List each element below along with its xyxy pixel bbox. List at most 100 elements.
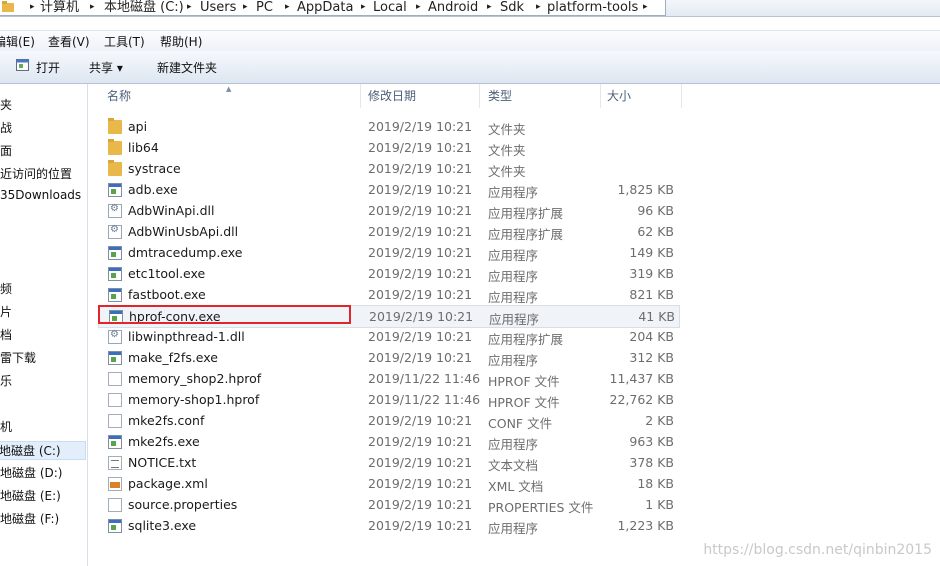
- nav-item[interactable]: 雷下载: [0, 349, 36, 366]
- file-row[interactable]: dmtracedump.exe 2019/2/19 10:21 应用程序 149 KB: [98, 242, 678, 263]
- breadcrumb-separator-icon[interactable]: ▸: [536, 0, 541, 15]
- breadcrumb-separator-icon[interactable]: ▸: [90, 0, 95, 15]
- breadcrumb-separator-icon[interactable]: ▸: [187, 0, 192, 15]
- nav-item[interactable]: 机: [0, 418, 12, 435]
- file-row[interactable]: AdbWinUsbApi.dll 2019/2/19 10:21 应用程序扩展 62 …: [98, 221, 678, 242]
- breadcrumb-separator-icon[interactable]: ▸: [243, 0, 248, 15]
- file-row[interactable]: package.xml 2019/2/19 10:21 XML 文档 18 KB: [98, 473, 678, 494]
- file-row[interactable]: memory-shop1.hprof 2019/11/22 11:46 HPROF …: [98, 389, 678, 410]
- nav-item[interactable]: 地磁盘 (C:): [0, 441, 86, 460]
- breadcrumb-item[interactable]: Sdk: [500, 0, 524, 15]
- breadcrumb-label: 计算机: [40, 0, 80, 15]
- file-row[interactable]: etc1tool.exe 2019/2/19 10:21 应用程序 319 KB: [98, 263, 678, 284]
- nav-item[interactable]: 35Downloads: [0, 188, 81, 202]
- file-size: 319 KB: [629, 266, 674, 281]
- address-bar[interactable]: 计算机 本地磁盘 (C:) Users PC AppData Local Android Sd…: [0, 0, 940, 17]
- breadcrumb-item[interactable]: Android: [428, 0, 478, 15]
- file-name: memory-shop1.hprof: [128, 392, 260, 407]
- file-size: 963 KB: [629, 434, 674, 449]
- file-type: 应用程序: [488, 290, 539, 305]
- file-row[interactable]: sqlite3.exe 2019/2/19 10:21 应用程序 1,223 KB: [98, 515, 678, 536]
- breadcrumb-separator-icon[interactable]: ▸: [285, 0, 290, 15]
- exe-icon: [108, 288, 122, 302]
- breadcrumb-item[interactable]: 计算机: [40, 0, 79, 15]
- column-header-size[interactable]: 大小: [601, 84, 682, 108]
- open-button[interactable]: 打开: [36, 59, 60, 76]
- breadcrumb-item[interactable]: AppData: [297, 0, 353, 15]
- menu-tools[interactable]: 工具(T): [104, 33, 145, 50]
- exe-icon: [108, 183, 122, 197]
- breadcrumb-item[interactable]: 本地磁盘 (C:): [104, 0, 184, 15]
- breadcrumb-separator-icon[interactable]: ▸: [416, 0, 421, 15]
- breadcrumb-separator-icon[interactable]: ▸: [361, 0, 366, 15]
- breadcrumb-separator-icon[interactable]: ▸: [643, 0, 648, 15]
- exe-icon: [108, 519, 122, 533]
- file-size: 96 KB: [637, 203, 674, 218]
- file-name: dmtracedump.exe: [128, 245, 243, 260]
- nav-item[interactable]: 频: [0, 280, 12, 297]
- nav-item[interactable]: 地磁盘 (E:): [0, 487, 61, 504]
- file-type: 应用程序: [488, 437, 539, 452]
- highlight-annotation: [98, 305, 351, 324]
- menu-help[interactable]: 帮助(H): [160, 33, 202, 50]
- file-type: HPROF 文件: [488, 374, 560, 389]
- file-date: 2019/2/19 10:21: [368, 224, 473, 239]
- breadcrumb-item[interactable]: Local: [373, 0, 407, 15]
- navigation-pane: 夹战面近访问的位置 35Downloads 频片档雷下载乐机地磁盘 (C:) 地磁盘 …: [0, 84, 88, 566]
- breadcrumb-separator-icon[interactable]: ▸: [487, 0, 492, 15]
- file-name: mke2fs.exe: [128, 434, 200, 449]
- file-type: CONF 文件: [488, 416, 553, 431]
- column-header-type[interactable]: 类型: [480, 84, 601, 108]
- file-row[interactable]: source.properties 2019/2/19 10:21 PROPERTI…: [98, 494, 678, 515]
- file-size: 312 KB: [629, 350, 674, 365]
- folder-icon: [108, 139, 122, 155]
- file-size: 1,825 KB: [617, 182, 674, 197]
- file-name: memory_shop2.hprof: [128, 371, 262, 386]
- dll-icon: [108, 224, 122, 239]
- file-name: package.xml: [128, 476, 208, 491]
- nav-item[interactable]: 地磁盘 (F:): [0, 510, 59, 527]
- file-row[interactable]: mke2fs.conf 2019/2/19 10:21 CONF 文件 2 KB: [98, 410, 678, 431]
- file-row[interactable]: fastboot.exe 2019/2/19 10:21 应用程序 821 KB: [98, 284, 678, 305]
- nav-item[interactable]: 乐: [0, 372, 12, 389]
- breadcrumb-label: Android: [428, 0, 479, 15]
- file-row[interactable]: memory_shop2.hprof 2019/11/22 11:46 HPROF …: [98, 368, 678, 389]
- file-row[interactable]: make_f2fs.exe 2019/2/19 10:21 应用程序 312 KB: [98, 347, 678, 368]
- file-type: 文本文档: [488, 458, 539, 473]
- nav-item[interactable]: 片: [0, 303, 12, 320]
- nav-item[interactable]: 战: [0, 119, 12, 136]
- nav-item[interactable]: 地磁盘 (D:): [0, 464, 62, 481]
- file-row[interactable]: libwinpthread-1.dll 2019/2/19 10:21 应用程序扩展…: [98, 326, 678, 347]
- file-date: 2019/2/19 10:21: [368, 455, 473, 470]
- file-icon: [108, 372, 122, 386]
- file-type: 应用程序扩展: [488, 206, 564, 221]
- column-header-date[interactable]: 修改日期: [361, 84, 480, 108]
- file-row[interactable]: mke2fs.exe 2019/2/19 10:21 应用程序 963 KB: [98, 431, 678, 452]
- nav-item[interactable]: 夹: [0, 96, 12, 113]
- share-button[interactable]: 共享 ▾: [89, 59, 123, 76]
- file-row[interactable]: api 2019/2/19 10:21 文件夹: [98, 116, 678, 137]
- nav-item[interactable]: 档: [0, 326, 12, 343]
- nav-item[interactable]: 面: [0, 142, 12, 159]
- breadcrumb-separator-icon[interactable]: ▸: [30, 0, 35, 15]
- file-row[interactable]: systrace 2019/2/19 10:21 文件夹: [98, 158, 678, 179]
- file-size: 22,762 KB: [609, 392, 674, 407]
- breadcrumb-label: Users: [200, 0, 237, 15]
- file-name: fastboot.exe: [128, 287, 206, 302]
- menu-view[interactable]: 查看(V): [48, 33, 90, 50]
- file-row[interactable]: adb.exe 2019/2/19 10:21 应用程序 1,825 KB: [98, 179, 678, 200]
- nav-item[interactable]: 近访问的位置: [0, 165, 72, 182]
- file-row[interactable]: NOTICE.txt 2019/2/19 10:21 文本文档 378 KB: [98, 452, 678, 473]
- breadcrumb-item[interactable]: Users: [200, 0, 236, 15]
- breadcrumb-item[interactable]: PC: [256, 0, 273, 15]
- file-row[interactable]: AdbWinApi.dll 2019/2/19 10:21 应用程序扩展 96 KB: [98, 200, 678, 221]
- file-size: 378 KB: [629, 455, 674, 470]
- file-date: 2019/2/19 10:21: [368, 182, 473, 197]
- breadcrumb-item[interactable]: platform-tools: [547, 0, 638, 15]
- menu-edit[interactable]: 编辑(E): [0, 33, 35, 50]
- file-name: systrace: [128, 161, 181, 176]
- file-name: adb.exe: [128, 182, 178, 197]
- file-row[interactable]: lib64 2019/2/19 10:21 文件夹: [98, 137, 678, 158]
- txt-icon: [108, 456, 122, 470]
- new-folder-button[interactable]: 新建文件夹: [157, 59, 217, 76]
